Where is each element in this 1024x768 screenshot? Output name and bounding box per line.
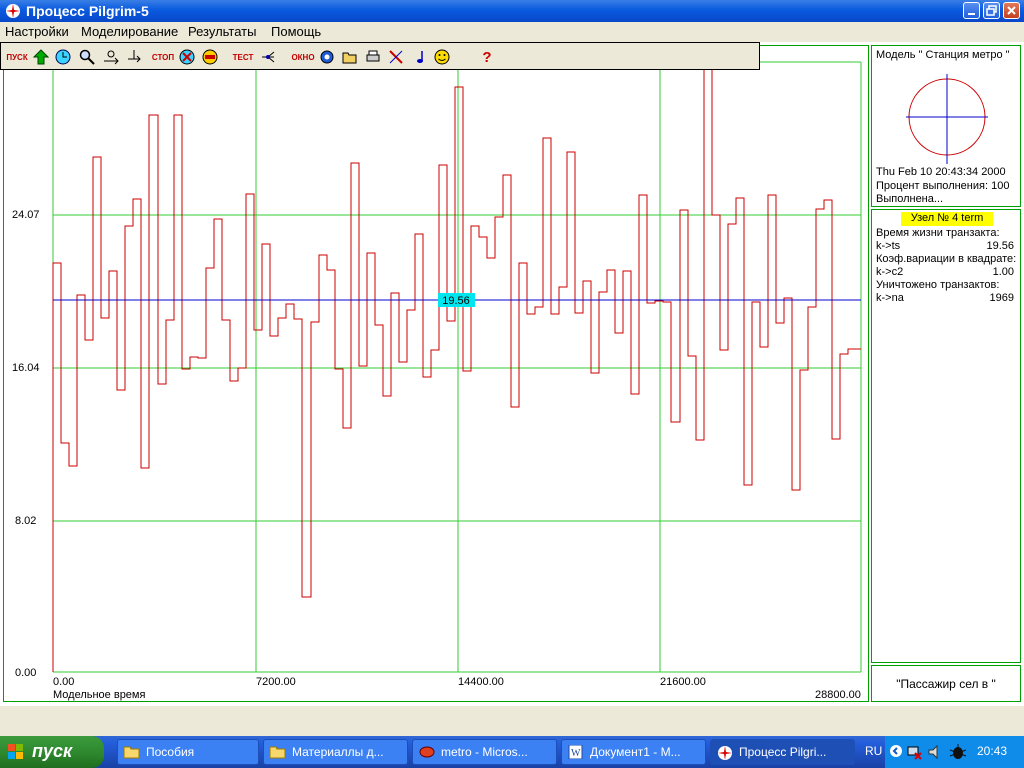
smiley-icon xyxy=(434,49,450,65)
model-panel: Модель " Станция метро " Thu Feb 10 20:4… xyxy=(871,45,1021,207)
y-tick: 24.07 xyxy=(12,209,40,221)
time-series-plot: 19.56 xyxy=(52,61,862,673)
task-label: Процесс Pilgri... xyxy=(739,745,827,759)
x-axis-label: Модельное время xyxy=(53,689,146,701)
smiley-button[interactable] xyxy=(432,47,452,67)
node-icon xyxy=(104,50,119,65)
restore-icon xyxy=(986,5,997,16)
y-tick: 8.02 xyxy=(15,515,37,527)
event-text: "Пассажир сел в " xyxy=(896,677,996,691)
start-label: пуск xyxy=(32,741,73,761)
up-arrow-button[interactable] xyxy=(31,47,51,67)
help-button[interactable]: ? xyxy=(477,47,497,67)
progress-circle-icon xyxy=(906,74,988,164)
stop-button[interactable]: СТОП xyxy=(152,47,174,67)
x-tick: 21600.00 xyxy=(660,676,706,688)
compass-icon xyxy=(389,50,403,64)
restore-button[interactable] xyxy=(983,2,1000,19)
node-value: 19.56 xyxy=(986,240,1014,252)
clock-button[interactable] xyxy=(53,47,73,67)
gear-icon xyxy=(320,50,334,64)
close-icon xyxy=(1007,6,1016,15)
task-button[interactable]: metro - Micros... xyxy=(412,739,557,765)
node-key: k->na xyxy=(876,292,904,304)
node-panel: Узел № 4 term Время жизни транзакта: k->… xyxy=(871,209,1021,663)
task-button[interactable]: W Документ1 - М... xyxy=(561,739,706,765)
clock: 20:43 xyxy=(977,744,1008,758)
x-tick: 7200.00 xyxy=(256,676,296,688)
window-button[interactable]: ОКНО xyxy=(291,47,314,67)
task-label: Пособия xyxy=(146,745,195,759)
magnifier-icon xyxy=(79,49,95,65)
node-step-button[interactable] xyxy=(101,47,121,67)
pause-button[interactable] xyxy=(200,47,220,67)
node-value: 1.00 xyxy=(992,266,1014,278)
network-status-icon xyxy=(907,746,922,760)
printer-icon xyxy=(366,50,380,62)
metro-app-icon xyxy=(419,746,435,758)
up-arrow-icon xyxy=(33,49,49,65)
folder-icon xyxy=(270,746,286,759)
minimize-icon xyxy=(968,13,975,15)
sound-button[interactable] xyxy=(410,47,430,67)
volume-icon xyxy=(928,744,938,760)
task-label: Документ1 - М... xyxy=(590,745,681,759)
folder-icon xyxy=(124,746,140,759)
trace-button[interactable] xyxy=(124,47,144,67)
x-circle-icon xyxy=(179,49,195,65)
node-key: k->ts xyxy=(876,240,901,252)
task-button-active[interactable]: Процесс Pilgri... xyxy=(710,739,855,765)
node-label: Коэф.вариации в квадрате: xyxy=(876,253,1017,265)
system-tray: 20:43 xyxy=(885,736,1024,768)
node-label: Уничтожено транзактов: xyxy=(876,279,1000,291)
progress-text: Процент выполнения: 100 xyxy=(876,180,1010,192)
windows-logo-icon xyxy=(8,744,23,759)
lifetime-series-line xyxy=(52,66,861,672)
y-tick: 0.00 xyxy=(15,667,37,679)
clock-icon xyxy=(55,49,71,65)
node-header: Узел № 4 term xyxy=(901,212,993,226)
task-label: Материаллы д... xyxy=(292,745,384,759)
task-button[interactable]: Материаллы д... xyxy=(263,739,408,765)
toolbar: ПУСК СТОП ТЕСТ ОКНО ? xyxy=(0,42,760,70)
test-button[interactable]: ТЕСТ xyxy=(233,47,254,67)
print-button[interactable] xyxy=(363,47,383,67)
language-indicator[interactable]: RU xyxy=(865,744,882,758)
minimize-button[interactable] xyxy=(963,2,980,19)
model-title: Модель " Станция метро " xyxy=(876,49,1010,61)
minus-circle-icon xyxy=(202,49,218,65)
pilgrim-app-icon xyxy=(718,746,732,760)
bug-icon xyxy=(949,744,967,759)
network-icon xyxy=(262,51,275,63)
compass-button[interactable] xyxy=(386,47,406,67)
node-value: 1969 xyxy=(989,292,1014,304)
x-tick: 14400.00 xyxy=(458,676,504,688)
cancel-button[interactable] xyxy=(177,47,197,67)
gear-button[interactable] xyxy=(317,47,337,67)
network-button[interactable] xyxy=(258,47,278,67)
node-label: Время жизни транзакта: xyxy=(876,227,1000,239)
y-tick: 16.04 xyxy=(12,362,40,374)
x-tick: 0.00 xyxy=(53,676,75,688)
music-note-icon xyxy=(417,51,423,63)
task-button[interactable]: Пособия xyxy=(117,739,259,765)
x-tick: 28800.00 xyxy=(815,689,861,701)
event-panel: "Пассажир сел в " xyxy=(871,665,1021,702)
task-label: metro - Micros... xyxy=(441,745,528,759)
word-document-icon: W xyxy=(568,745,583,759)
mean-label: 19.56 xyxy=(442,295,470,307)
status-text: Выполнена... xyxy=(876,193,944,205)
model-date: Thu Feb 10 20:43:34 2000 xyxy=(876,166,1006,178)
trace-icon xyxy=(128,50,141,63)
start-button[interactable]: пуск xyxy=(0,736,104,768)
tray-expand-icon[interactable] xyxy=(889,744,903,758)
start-button[interactable]: ПУСК xyxy=(6,47,27,67)
zoom-button[interactable] xyxy=(77,47,97,67)
folder-open-icon xyxy=(342,52,357,64)
close-button[interactable] xyxy=(1003,2,1020,19)
svg-text:W: W xyxy=(571,748,581,759)
node-key: k->c2 xyxy=(876,266,904,278)
open-button[interactable] xyxy=(340,47,360,67)
